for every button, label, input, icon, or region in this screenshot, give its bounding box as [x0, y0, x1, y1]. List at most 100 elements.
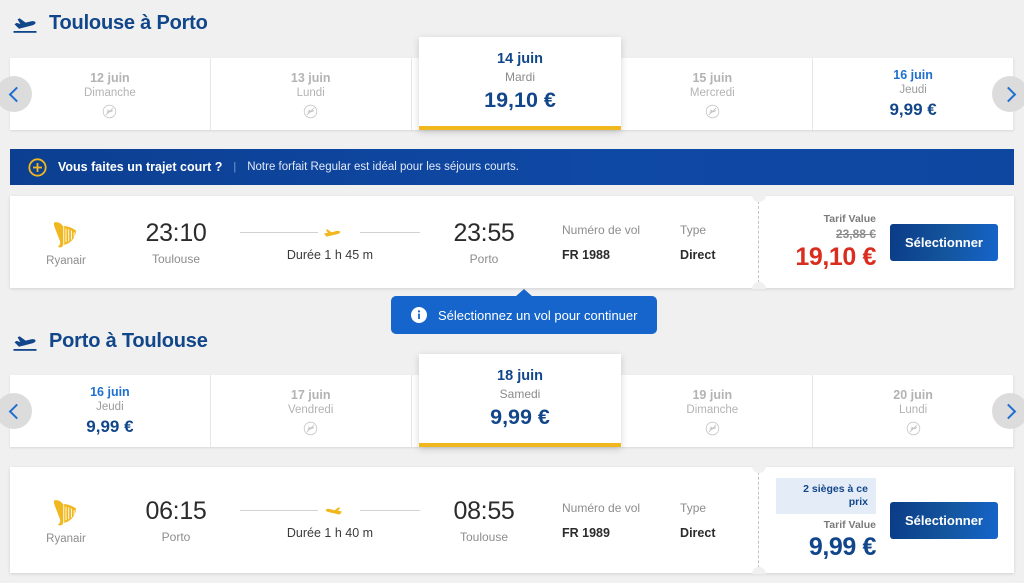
- select-flight-tooltip: Sélectionnez un vol pour continuer: [391, 296, 657, 334]
- departure-time: 23:10: [145, 219, 206, 248]
- flight-type-value: Direct: [680, 248, 715, 262]
- fare-prices: 2 sièges à ce prix Tarif Value 9,99 €: [776, 478, 876, 562]
- flight-number-value: FR 1989: [562, 526, 640, 540]
- inbound-next-dates-button[interactable]: [992, 393, 1024, 429]
- fare-prices: Tarif Value 23,88 € 19,10 €: [795, 212, 876, 272]
- flight-type-label: Type: [680, 223, 715, 237]
- flight-number-col: Numéro de vol FR 1988: [562, 223, 640, 262]
- fare-current-price: 19,10 €: [795, 242, 876, 272]
- ticket-perforation-divider: [758, 196, 759, 288]
- weekday-label: Vendredi: [288, 403, 333, 418]
- weekday-label: Lundi: [899, 403, 927, 418]
- flight-number-label: Numéro de vol: [562, 223, 640, 237]
- departure-block: 06:15 Porto: [122, 467, 230, 573]
- arrival-city: Toulouse: [460, 530, 508, 544]
- outbound-date-card-4[interactable]: 16 juin Jeudi 9,99 €: [813, 58, 1014, 130]
- promo-subtext: Notre forfait Regular est idéal pour les…: [247, 161, 519, 173]
- fare-name: Tarif Value: [824, 212, 876, 226]
- inbound-date-card-4[interactable]: 20 juin Lundi: [813, 375, 1014, 447]
- outbound-date-card-1[interactable]: 13 juin Lundi: [211, 58, 412, 130]
- date-label: 13 juin: [291, 70, 331, 86]
- takeoff-icon: [12, 331, 38, 353]
- weekday-label: Lundi: [297, 86, 325, 101]
- no-flight-icon: [705, 104, 720, 119]
- date-label: 19 juin: [692, 387, 732, 403]
- plane-landing-icon: [322, 503, 344, 517]
- duration-text: Durée 1 h 45 m: [287, 248, 373, 262]
- flight-number-col: Numéro de vol FR 1989: [562, 501, 640, 540]
- inbound-date-carousel: 16 juin Jeudi 9,99 € 17 juin Vendredi 18…: [10, 375, 1014, 447]
- outbound-date-card-selected[interactable]: 14 juin Mardi 19,10 €: [419, 37, 621, 130]
- weekday-label: Mercredi: [690, 86, 735, 101]
- weekday-label: Mardi: [505, 69, 535, 85]
- promo-headline: Vous faites un trajet court ?: [58, 160, 222, 174]
- flight-path-graphic: [240, 225, 420, 239]
- date-price: 9,99 €: [889, 99, 936, 121]
- flight-type-col: Type Direct: [680, 501, 715, 540]
- weekday-label: Jeudi: [899, 83, 927, 98]
- ryanair-logo-icon: [48, 217, 84, 253]
- departure-time: 06:15: [145, 497, 206, 526]
- duration-block: Durée 1 h 40 m: [230, 467, 430, 573]
- fare-block: 2 sièges à ce prix Tarif Value 9,99 € Sé…: [759, 467, 1014, 573]
- date-label: 17 juin: [291, 387, 331, 403]
- no-flight-icon: [303, 421, 318, 436]
- outbound-date-card-3[interactable]: 15 juin Mercredi: [612, 58, 813, 130]
- flight-path-graphic: [240, 503, 420, 517]
- outbound-next-dates-button[interactable]: [992, 76, 1024, 112]
- outbound-flight-row: Ryanair 23:10 Toulouse Durée 1 h 45 m 23…: [10, 196, 1014, 288]
- fare-original-price: 23,88 €: [836, 226, 876, 242]
- date-price: 9,99 €: [490, 403, 550, 431]
- outbound-title-text: Toulouse à Porto: [49, 12, 208, 35]
- flight-number-value: FR 1988: [562, 248, 640, 262]
- inbound-title-text: Porto à Toulouse: [49, 330, 208, 353]
- arrival-city: Porto: [470, 252, 499, 266]
- outbound-select-button[interactable]: Sélectionner: [890, 224, 998, 261]
- inbound-flight-row: Ryanair 06:15 Porto Durée 1 h 40 m 08:55…: [10, 467, 1014, 573]
- duration-text: Durée 1 h 40 m: [287, 526, 373, 540]
- no-flight-icon: [906, 421, 921, 436]
- info-icon: [411, 307, 427, 323]
- flight-type-value: Direct: [680, 526, 715, 540]
- airline-name: Ryanair: [46, 255, 86, 267]
- arrival-block: 23:55 Porto: [430, 196, 538, 288]
- duration-block: Durée 1 h 45 m: [230, 196, 430, 288]
- date-price: 9,99 €: [86, 416, 133, 438]
- ryanair-logo-icon: [48, 495, 84, 531]
- weekday-label: Dimanche: [84, 86, 136, 101]
- airline-block: Ryanair: [10, 196, 122, 288]
- date-label: 12 juin: [90, 70, 130, 86]
- inbound-date-card-1[interactable]: 17 juin Vendredi: [211, 375, 412, 447]
- promo-banner[interactable]: Vous faites un trajet court ? | Notre fo…: [10, 149, 1014, 185]
- ticket-perforation-divider: [758, 467, 759, 573]
- chevron-right-icon: [1000, 86, 1016, 102]
- inbound-date-card-3[interactable]: 19 juin Dimanche: [612, 375, 813, 447]
- plus-circle-icon: [28, 158, 47, 177]
- date-label: 16 juin: [893, 67, 933, 83]
- arrival-block: 08:55 Toulouse: [430, 467, 538, 573]
- fare-name: Tarif Value: [824, 518, 876, 532]
- no-flight-icon: [303, 104, 318, 119]
- departure-city: Porto: [162, 530, 191, 544]
- date-label: 18 juin: [497, 367, 543, 386]
- inbound-select-button[interactable]: Sélectionner: [890, 502, 998, 539]
- inbound-date-card-selected[interactable]: 18 juin Samedi 9,99 €: [419, 354, 621, 447]
- flight-results-page: Toulouse à Porto 12 juin Dimanche 13 jui…: [0, 0, 1024, 583]
- weekday-label: Dimanche: [686, 403, 738, 418]
- outbound-date-card-0[interactable]: 12 juin Dimanche: [10, 58, 211, 130]
- inbound-date-card-0[interactable]: 16 juin Jeudi 9,99 €: [10, 375, 211, 447]
- departure-block: 23:10 Toulouse: [122, 196, 230, 288]
- flight-meta-block: Numéro de vol FR 1988 Type Direct: [538, 196, 752, 288]
- seats-remaining-badge: 2 sièges à ce prix: [776, 478, 876, 514]
- chevron-left-icon: [8, 86, 24, 102]
- flight-meta-block: Numéro de vol FR 1989 Type Direct: [538, 467, 752, 573]
- tooltip-text: Sélectionnez un vol pour continuer: [438, 308, 637, 323]
- flight-number-label: Numéro de vol: [562, 501, 640, 515]
- arrival-time: 08:55: [453, 497, 514, 526]
- date-label: 20 juin: [893, 387, 933, 403]
- chevron-right-icon: [1000, 403, 1016, 419]
- fare-block: Tarif Value 23,88 € 19,10 € Sélectionner: [759, 196, 1014, 288]
- airline-block: Ryanair: [10, 467, 122, 573]
- weekday-label: Jeudi: [96, 400, 124, 415]
- outbound-date-carousel: 12 juin Dimanche 13 juin Lundi: [10, 58, 1014, 130]
